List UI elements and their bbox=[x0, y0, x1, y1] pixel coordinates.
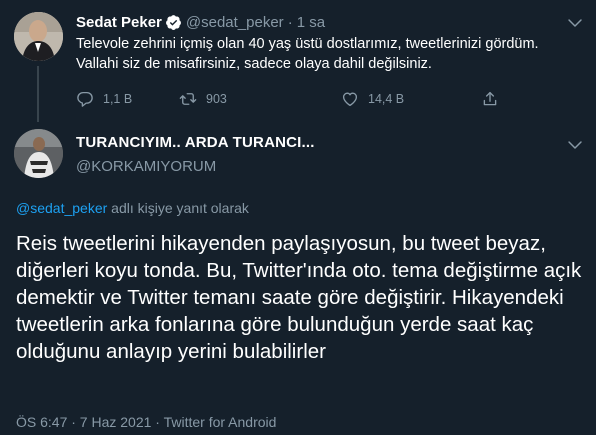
author-handle[interactable]: @sedat_peker bbox=[186, 14, 284, 31]
more-options-icon[interactable] bbox=[564, 134, 586, 156]
mention-link[interactable]: @sedat_peker bbox=[16, 200, 107, 216]
replying-to-line: @sedat_peker adlı kişiye yanıt olarak bbox=[16, 200, 249, 216]
header-separator: · bbox=[287, 13, 293, 31]
more-options-icon[interactable] bbox=[564, 12, 586, 34]
parent-tweet-body: Sedat Peker @sedat_peker · 1 sa Televole… bbox=[76, 12, 586, 74]
reply-button[interactable]: 1,1 B bbox=[76, 90, 132, 108]
reply-count: 1,1 B bbox=[103, 92, 133, 106]
retweet-button[interactable]: 903 bbox=[179, 90, 227, 108]
like-button[interactable]: 14,4 B bbox=[341, 90, 404, 108]
heart-icon bbox=[342, 92, 358, 107]
avatar[interactable] bbox=[14, 129, 63, 178]
author-name[interactable]: Sedat Peker bbox=[76, 14, 162, 31]
thread-connector-line bbox=[37, 66, 39, 122]
avatar-image bbox=[14, 12, 63, 61]
tweet-actions: 1,1 B 903 14,4 B bbox=[76, 88, 506, 110]
reply-author-block: TURANCIYIM.. ARDA TURANCI... @KORKAMIYOR… bbox=[76, 134, 315, 175]
avatar[interactable] bbox=[14, 12, 63, 61]
like-count: 14,4 B bbox=[368, 92, 405, 106]
share-button[interactable] bbox=[481, 90, 508, 108]
replying-to-text: adlı kişiye yanıt olarak bbox=[107, 200, 249, 216]
author-handle[interactable]: @KORKAMIYORUM bbox=[76, 158, 315, 175]
share-icon bbox=[483, 91, 497, 106]
reply-icon bbox=[77, 91, 93, 107]
tweet-text: Reis tweetlerini hikayenden paylaşıyosun… bbox=[16, 232, 582, 363]
retweet-count: 903 bbox=[206, 92, 227, 106]
focused-reply-tweet: TURANCIYIM.. ARDA TURANCI... @KORKAMIYOR… bbox=[0, 122, 596, 435]
tweet-text: Televole zehrini içmiş olan 40 yaş üstü … bbox=[76, 36, 539, 72]
tweet-time[interactable]: 1 sa bbox=[297, 14, 325, 31]
retweet-icon bbox=[179, 93, 197, 105]
author-name[interactable]: TURANCIYIM.. ARDA TURANCI... bbox=[76, 134, 315, 151]
parent-tweet[interactable]: Sedat Peker @sedat_peker · 1 sa Televole… bbox=[0, 0, 596, 122]
parent-tweet-header: Sedat Peker @sedat_peker · 1 sa bbox=[76, 12, 586, 32]
avatar-image bbox=[14, 129, 63, 178]
tweet-meta[interactable]: ÖS 6:47 · 7 Haz 2021 · Twitter for Andro… bbox=[16, 414, 276, 430]
verified-badge-icon bbox=[165, 14, 181, 30]
